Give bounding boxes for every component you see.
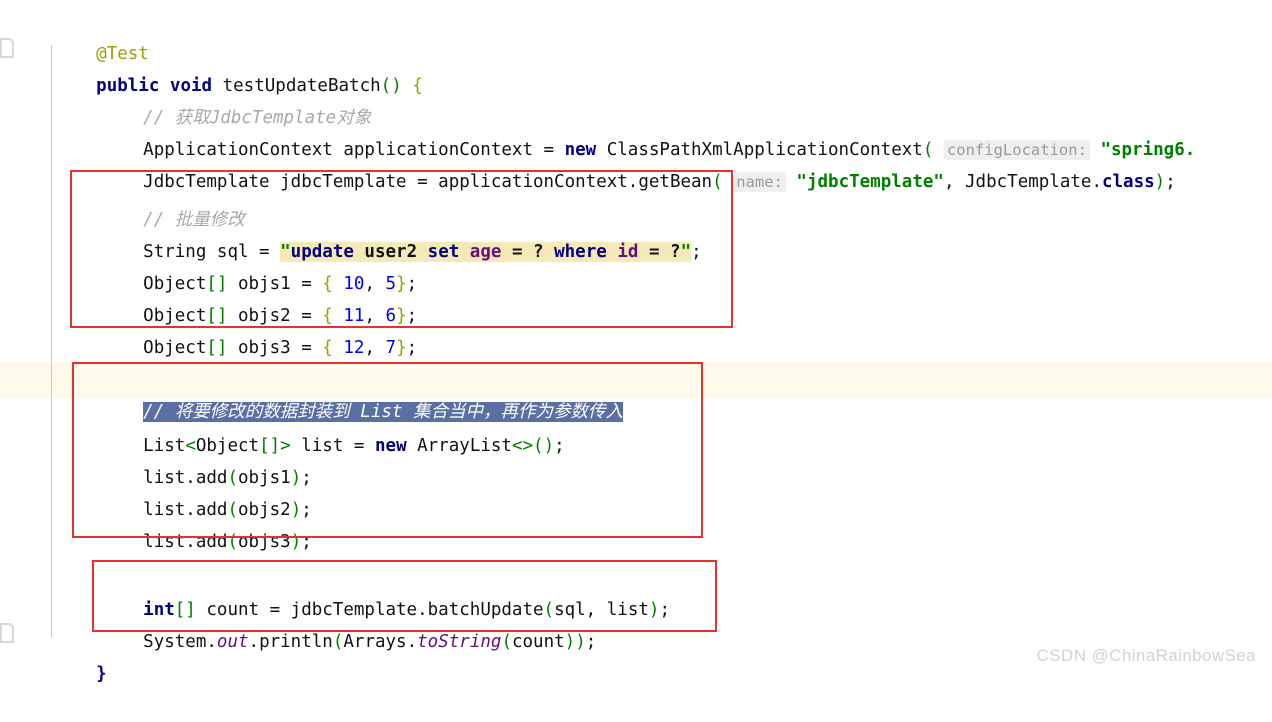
code-line-comment-get-template[interactable]: // 获取JdbcTemplate对象 <box>0 70 371 128</box>
class-reference: JdbcTemplate. <box>965 172 1102 192</box>
semicolon: ; <box>659 600 670 620</box>
static-method-tostring: toString <box>417 632 502 652</box>
sql-keyword-where: where <box>554 242 607 262</box>
constructor-name: ArrayList <box>406 436 512 456</box>
code-fold-icon-top[interactable] <box>0 38 14 58</box>
println-call: .println <box>248 632 333 652</box>
brace-open: { <box>401 76 423 96</box>
code-line-list-add-objs3[interactable]: list.add(objs3); <box>0 494 312 552</box>
space-4 <box>723 172 734 192</box>
system-ref: System. <box>143 632 217 652</box>
array-bracket: [] <box>206 338 228 358</box>
param-hint-name: name: <box>733 172 786 192</box>
code-line-list-declaration[interactable]: List<Object[]> list = new ArrayList<>(); <box>0 398 565 456</box>
code-line-method-signature[interactable]: public void testUpdateBatch() { <box>0 38 423 96</box>
code-line-println[interactable]: System.out.println(Arrays.toString(count… <box>0 594 596 652</box>
paren-close: ) <box>1154 172 1166 192</box>
keyword-class: class <box>1101 172 1155 192</box>
semicolon: ; <box>691 242 702 262</box>
sql-assign-1: = ? <box>511 242 555 262</box>
var-name: objs3 = <box>227 338 323 358</box>
paren-close: ) <box>575 632 586 652</box>
parens: () <box>533 436 555 456</box>
brace-close: } <box>96 664 107 684</box>
sql-column-id: id <box>606 242 649 262</box>
static-field-out: out <box>216 632 249 652</box>
code-line-batch-update-call[interactable]: int[] count = jdbcTemplate.batchUpdate(s… <box>0 562 670 620</box>
semicolon: ; <box>554 436 565 456</box>
string-bean-name: "jdbcTemplate" <box>796 172 944 192</box>
code-line-list-add-objs2[interactable]: list.add(objs2); <box>0 462 312 520</box>
paren-close-inner: ) <box>564 632 576 652</box>
paren-close: ) <box>290 532 302 552</box>
brace-close: } <box>396 338 407 358</box>
paren-open: ( <box>332 632 344 652</box>
code-line-jdbc-template-bean[interactable]: JdbcTemplate jdbcTemplate = applicationC… <box>0 134 1176 192</box>
value-1: 12 <box>332 338 365 358</box>
arrays-ref: Arrays. <box>343 632 418 652</box>
code-line-list-add-objs1[interactable]: list.add(objs1); <box>0 430 312 488</box>
sql-keyword-set: set <box>427 242 460 262</box>
code-line-application-context[interactable]: ApplicationContext applicationContext = … <box>0 102 1195 160</box>
semicolon: ; <box>406 338 418 358</box>
paren-open: ( <box>712 172 723 192</box>
semicolon: ; <box>301 532 312 552</box>
code-line-sql-statement[interactable]: String sql = "update user2 set age = ? w… <box>0 204 702 262</box>
paren-close: ) <box>391 76 402 96</box>
code-editor-view[interactable]: @Test public void testUpdateBatch() { //… <box>0 0 1272 684</box>
argument-count: count <box>511 632 565 652</box>
paren-open: ( <box>380 76 392 96</box>
code-fold-icon-bottom[interactable] <box>0 623 14 643</box>
code-line-objs3[interactable]: Object[] objs3 = { 12, 7}; <box>0 300 417 358</box>
paren-open-inner: ( <box>501 632 512 652</box>
argument: objs3 <box>238 532 291 552</box>
paren-close: ) <box>648 600 660 620</box>
space-5 <box>786 172 797 192</box>
comma: , <box>943 172 966 192</box>
code-line-comment-batch-update[interactable]: // 批量修改 <box>0 172 245 230</box>
quote-close: " <box>680 242 692 262</box>
code-line-method-close[interactable]: } <box>0 626 107 684</box>
type-object: Object <box>143 338 207 358</box>
brace-open: { <box>322 338 333 358</box>
value-2: 7 <box>385 338 397 358</box>
code-line-objs2[interactable]: Object[] objs2 = { 11, 6}; <box>0 268 417 326</box>
semicolon: ; <box>1165 172 1176 192</box>
comma: , <box>364 338 386 358</box>
sql-assign-2: = ? <box>648 242 681 262</box>
paren-open: ( <box>227 532 238 552</box>
code-line-annotation-test[interactable]: @Test <box>0 6 149 64</box>
diamond-operator: <> <box>511 436 534 456</box>
keyword-new: new <box>375 436 407 456</box>
code-line-objs1[interactable]: Object[] objs1 = { 10, 5}; <box>0 236 417 294</box>
watermark-csdn: CSDN @ChinaRainbowSea <box>1036 646 1256 665</box>
semicolon: ; <box>585 632 597 652</box>
code-line-comment-selected[interactable]: // 将要修改的数据封装到 List 集合当中，再作为参数传入 <box>0 364 623 422</box>
sql-column-age: age <box>459 242 512 262</box>
method-call: list.add <box>143 532 228 552</box>
